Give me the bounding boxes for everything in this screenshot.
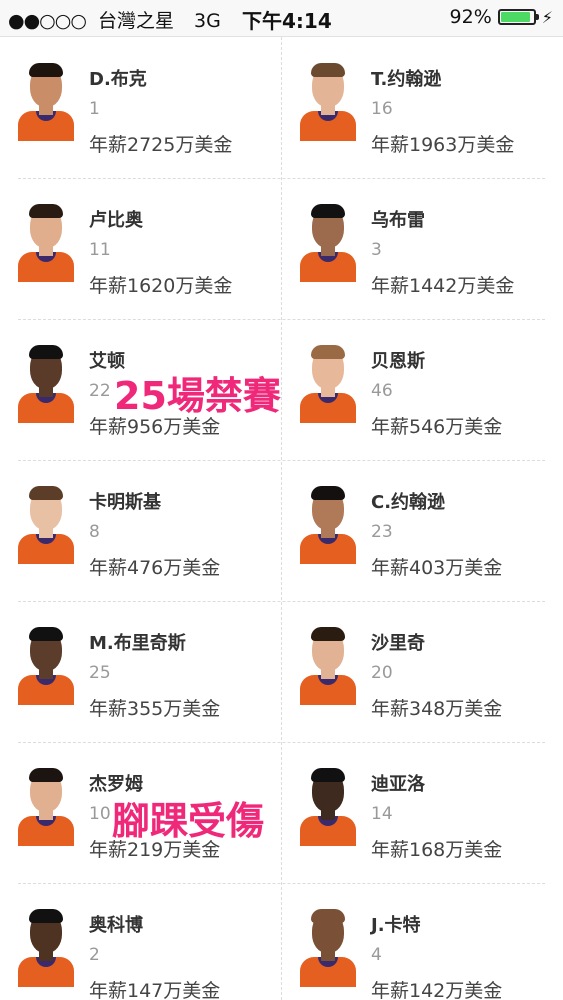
player-name: 乌布雷: [371, 210, 425, 231]
player-salary: 年薪2725万美金: [89, 134, 233, 156]
jersey-number: 1: [89, 99, 100, 119]
player-salary: 年薪355万美金: [89, 698, 221, 720]
status-bar: ●●○○○ 台灣之星 3G 下午4:14 92% ⚡: [0, 0, 563, 37]
player-card[interactable]: D.布克 1 年薪2725万美金: [0, 37, 281, 178]
injury-annotation: 腳踝受傷: [112, 799, 265, 843]
clock: 下午4:14: [242, 9, 332, 33]
player-name: T.约翰逊: [371, 69, 442, 90]
player-card[interactable]: C.约翰逊 23 年薪403万美金: [282, 460, 563, 601]
player-salary: 年薪348万美金: [371, 698, 503, 720]
player-name: 卡明斯基: [89, 492, 161, 513]
player-card[interactable]: 卡明斯基 8 年薪476万美金: [0, 460, 281, 601]
network-type: 3G: [194, 10, 221, 32]
battery-percent: 92%: [449, 6, 492, 28]
carrier-name: 台灣之星: [97, 10, 174, 32]
player-roster[interactable]: D.布克 1 年薪2725万美金 T.约翰逊 16 年薪1963万美金卢比奥 11 年薪162…: [0, 37, 563, 1000]
player-salary: 年薪546万美金: [371, 416, 503, 438]
jersey-number: 4: [371, 945, 382, 965]
player-avatar: [300, 202, 356, 282]
player-avatar: [300, 766, 356, 846]
jersey-number: 10: [89, 804, 111, 824]
player-avatar: [300, 625, 356, 705]
battery-icon: [497, 9, 539, 25]
player-avatar: [18, 625, 74, 705]
player-avatar: [300, 484, 356, 564]
jersey-number: 14: [371, 804, 393, 824]
player-card[interactable]: J.卡特 4 年薪142万美金: [282, 883, 563, 1000]
jersey-number: 23: [371, 522, 393, 542]
suspension-annotation: 25場禁賽: [114, 374, 281, 418]
player-name: 奥科博: [89, 915, 143, 936]
player-avatar: [18, 484, 74, 564]
player-card[interactable]: 沙里奇 20 年薪348万美金: [282, 601, 563, 742]
carrier-info: ●●○○○ 台灣之星 3G: [8, 6, 221, 33]
player-name: M.布里奇斯: [89, 633, 186, 654]
player-card[interactable]: 奥科博 2 年薪147万美金: [0, 883, 281, 1000]
player-avatar: [18, 343, 74, 423]
player-card[interactable]: T.约翰逊 16 年薪1963万美金: [282, 37, 563, 178]
jersey-number: 3: [371, 240, 382, 260]
player-salary: 年薪142万美金: [371, 980, 503, 1000]
player-salary: 年薪168万美金: [371, 839, 503, 861]
player-card[interactable]: 乌布雷 3 年薪1442万美金: [282, 178, 563, 319]
player-name: 卢比奥: [89, 210, 143, 231]
player-name: J.卡特: [371, 915, 421, 936]
player-avatar: [18, 61, 74, 141]
player-name: D.布克: [89, 69, 147, 90]
player-avatar: [300, 343, 356, 423]
player-avatar: [18, 202, 74, 282]
player-card[interactable]: 迪亚洛 14 年薪168万美金: [282, 742, 563, 883]
jersey-number: 46: [371, 381, 393, 401]
player-name: 迪亚洛: [371, 774, 425, 795]
player-salary: 年薪1620万美金: [89, 275, 233, 297]
player-name: 沙里奇: [371, 633, 425, 654]
player-card[interactable]: 贝恩斯 46 年薪546万美金: [282, 319, 563, 460]
jersey-number: 2: [89, 945, 100, 965]
player-avatar: [300, 61, 356, 141]
jersey-number: 16: [371, 99, 393, 119]
jersey-number: 22: [89, 381, 111, 401]
battery-status: 92% ⚡: [450, 6, 553, 28]
player-salary: 年薪476万美金: [89, 557, 221, 579]
player-name: C.约翰逊: [371, 492, 446, 513]
player-salary: 年薪1963万美金: [371, 134, 515, 156]
player-card[interactable]: M.布里奇斯 25 年薪355万美金: [0, 601, 281, 742]
player-salary: 年薪403万美金: [371, 557, 503, 579]
player-salary: 年薪147万美金: [89, 980, 221, 1000]
signal-strength-icon: ●●○○○: [8, 10, 87, 32]
jersey-number: 8: [89, 522, 100, 542]
charging-icon: ⚡: [541, 7, 553, 27]
jersey-number: 11: [89, 240, 111, 260]
player-avatar: [300, 907, 356, 987]
player-card[interactable]: 卢比奥 11 年薪1620万美金: [0, 178, 281, 319]
jersey-number: 25: [89, 663, 111, 683]
jersey-number: 20: [371, 663, 393, 683]
player-name: 贝恩斯: [371, 351, 425, 372]
player-salary: 年薪1442万美金: [371, 275, 515, 297]
player-avatar: [18, 907, 74, 987]
player-avatar: [18, 766, 74, 846]
